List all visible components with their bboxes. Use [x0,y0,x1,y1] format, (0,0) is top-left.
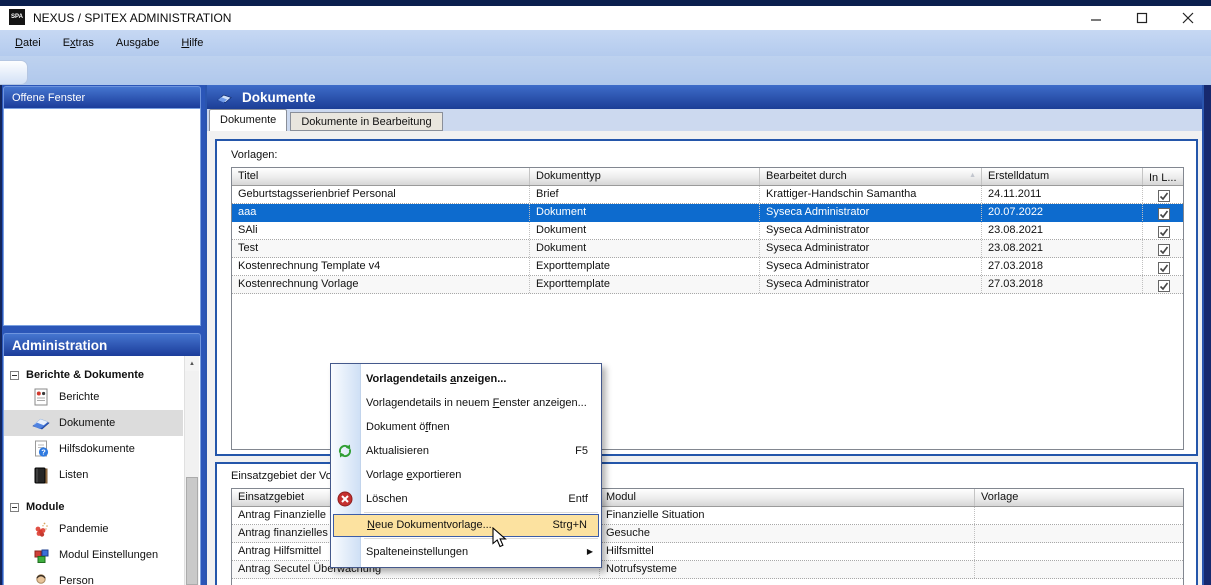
open-windows-header: Offene Fenster [3,86,201,108]
column-header-dokumenttyp[interactable]: Dokumenttyp [530,168,760,185]
toolbar [0,56,1211,85]
tab-strip: Dokumente Dokumente in Bearbeitung [207,109,1202,131]
column-header-bearbeitet-durch[interactable]: Bearbeitet durch ▲ [760,168,982,185]
usage-group-label: Einsatzgebiet der Vo [231,470,332,482]
templates-group-label: Vorlagen: [231,149,277,161]
report-icon [31,387,51,407]
titlebar: SPA NEXUS / SPITEX ADMINISTRATION [0,6,1211,30]
module-settings-icon [31,545,51,565]
column-header-in-liste[interactable]: In L... [1143,168,1183,185]
column-header-titel[interactable]: Titel [232,168,530,185]
tree-item-listen[interactable]: Listen [4,462,183,488]
table-row[interactable]: Kostenrechnung Vorlage Exporttemplate Sy… [232,276,1183,294]
tree-item-modul-einstellungen[interactable]: Modul Einstellungen [4,542,183,568]
menu-item-ausgabe[interactable]: Ausgabe [105,33,170,53]
administration-header: Administration [3,333,201,356]
column-header-erstelldatum[interactable]: Erstelldatum [982,168,1143,185]
checkbox-checked[interactable] [1158,226,1170,238]
table-row[interactable]: Geburtstagsserienbrief Personal Brief Kr… [232,186,1183,204]
table-row[interactable]: Test Dokument Syseca Administrator 23.08… [232,240,1183,258]
administration-panel: Administration Berichte & Dokumente Beri… [3,333,201,585]
tree-collapse-icon[interactable] [10,371,19,380]
main-header: Dokumente [207,85,1202,109]
window-title: NEXUS / SPITEX ADMINISTRATION [33,11,231,25]
scroll-up-icon: ▲ [189,361,195,367]
menu-item-hilfe[interactable]: Hilfe [170,33,214,53]
menu-item-vorlagendetails-anzeigen[interactable]: Vorlagendetails anzeigen... [331,367,601,391]
tree-item-hilfsdokumente[interactable]: ? Hilfsdokumente [4,436,183,462]
menu-item-neue-dokumentvorlage[interactable]: Neue Dokumentvorlage... Strg+N [333,514,599,537]
menu-item-datei[interactable]: Datei [4,33,52,53]
minimize-button[interactable] [1073,6,1119,30]
tab-dokumente-in-bearbeitung[interactable]: Dokumente in Bearbeitung [290,112,442,131]
table-row[interactable]: SAli Dokument Syseca Administrator 23.08… [232,222,1183,240]
open-windows-list[interactable] [3,108,201,326]
shortcut-label: Strg+N [552,515,587,536]
scroll-thumb[interactable] [186,477,198,585]
templates-table-header: Titel Dokumenttyp Bearbeitet durch ▲ Ers… [232,168,1183,186]
checkbox-checked[interactable] [1158,190,1170,202]
checkbox-checked[interactable] [1158,280,1170,292]
delete-icon [337,491,353,507]
tree-item-person[interactable]: Person [4,568,183,585]
scroll-up-button[interactable]: ▲ [185,356,199,371]
refresh-icon [337,443,353,459]
toolbar-chip[interactable] [0,60,28,85]
checkbox-checked[interactable] [1158,262,1170,274]
person-icon [31,571,51,585]
menu-item-vorlage-exportieren[interactable]: Vorlage exportieren [331,463,601,487]
menu-item-spalteneinstellungen[interactable]: Spalteneinstellungen ▶ [331,540,601,564]
column-header-modul[interactable]: Modul [600,489,975,506]
context-menu: Vorlagendetails anzeigen... Vorlagendeta… [330,363,602,568]
menu-item-vorlagendetails-neues-fenster[interactable]: Vorlagendetails in neuem Fenster anzeige… [331,391,601,415]
tree-section-berichte-dokumente[interactable]: Berichte & Dokumente [4,366,200,384]
close-button[interactable] [1165,6,1211,30]
tree-section-module[interactable]: Module [4,498,200,516]
checkbox-checked[interactable] [1158,208,1170,220]
table-row[interactable]: Kostenrechnung Template v4 Exporttemplat… [232,258,1183,276]
menubar: Datei Extras Ausgabe Hilfe [0,30,1211,56]
page-title: Dokumente [242,90,316,105]
book-icon [216,90,233,105]
app-window: SPA NEXUS / SPITEX ADMINISTRATION Datei … [0,0,1211,585]
column-header-vorlage[interactable]: Vorlage [975,489,1183,506]
sort-asc-icon: ▲ [969,172,976,179]
menu-item-dokument-oeffnen[interactable]: Dokument öffnen [331,415,601,439]
menu-item-loeschen[interactable]: Löschen Entf [331,487,601,511]
menu-item-aktualisieren[interactable]: Aktualisieren F5 [331,439,601,463]
open-windows-panel: Offene Fenster [3,86,201,326]
mouse-cursor [492,527,508,549]
menu-item-extras[interactable]: Extras [52,33,105,53]
shortcut-label: F5 [575,439,588,463]
tree-collapse-icon[interactable] [10,503,19,512]
submenu-arrow-icon: ▶ [587,540,593,564]
window-right-border [1204,85,1211,585]
pandemic-icon [31,519,51,539]
close-icon [1182,12,1194,24]
lists-icon [31,465,51,485]
maximize-icon [1136,12,1148,24]
checkbox-checked[interactable] [1158,244,1170,256]
tab-dokumente[interactable]: Dokumente [209,109,287,131]
shortcut-label: Entf [568,487,588,511]
documents-icon [31,413,51,433]
tree-scrollbar[interactable]: ▲ [184,356,199,585]
tree-item-dokumente[interactable]: Dokumente [4,410,183,436]
svg-text:?: ? [41,448,46,457]
tree-item-berichte[interactable]: Berichte [4,384,183,410]
minimize-icon [1090,12,1102,24]
tree-item-pandemie[interactable]: Pandemie [4,516,183,542]
workspace: Offene Fenster Administration Berichte &… [0,85,1211,585]
table-row-selected[interactable]: aaa Dokument Syseca Administrator 20.07.… [232,204,1183,222]
app-icon: SPA [9,9,25,25]
help-document-icon: ? [31,439,51,459]
maximize-button[interactable] [1119,6,1165,30]
admin-tree: Berichte & Dokumente Berichte [3,356,201,585]
